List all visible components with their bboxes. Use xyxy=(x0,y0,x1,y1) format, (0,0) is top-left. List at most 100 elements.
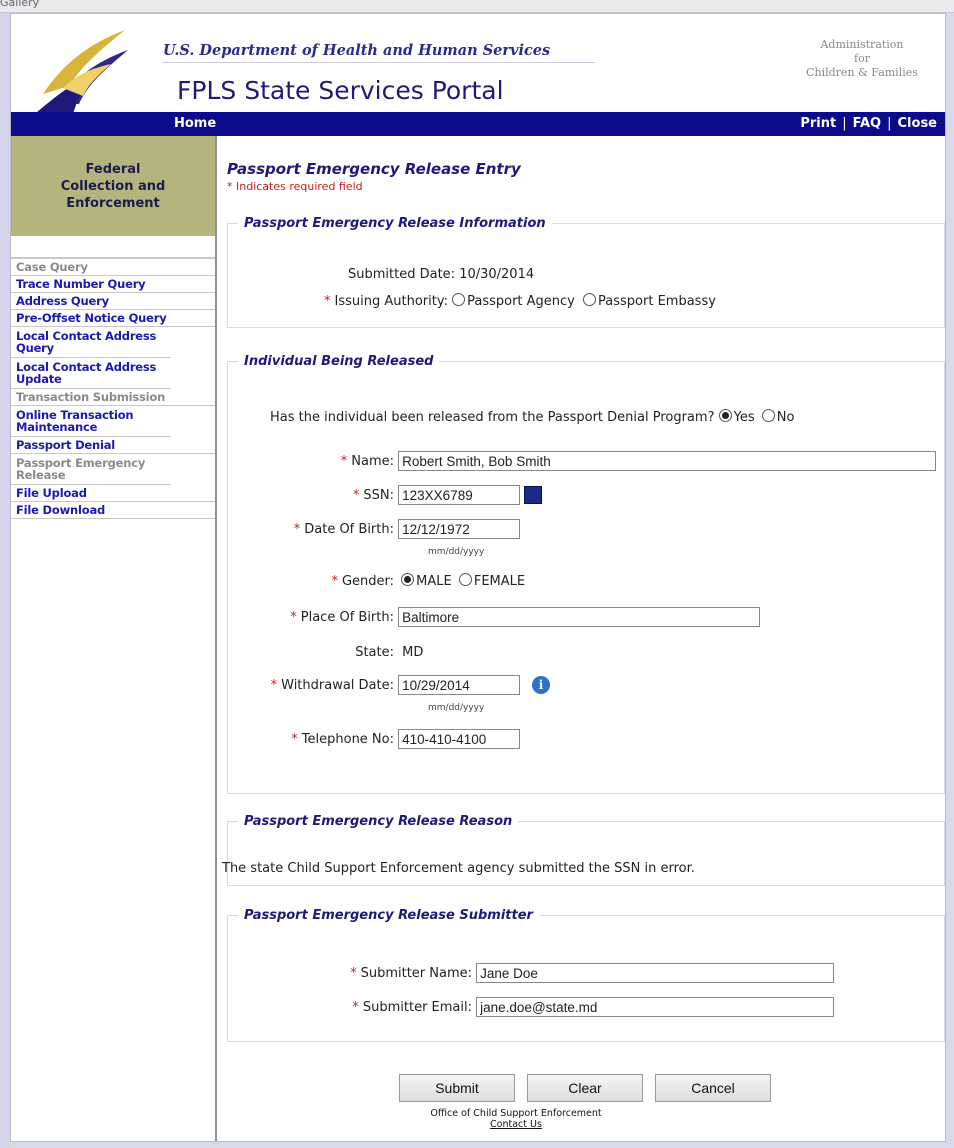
ssn-input[interactable] xyxy=(398,485,521,505)
nav-bar: Home Print | FAQ | Close xyxy=(11,112,945,136)
submitter-name-input[interactable] xyxy=(476,963,835,983)
clear-button[interactable]: Clear xyxy=(527,1074,643,1102)
submitter-name-label: Submitter Name: xyxy=(360,965,472,981)
release-reason-section: Passport Emergency Release Reason The st… xyxy=(222,814,945,886)
sidebar-item-trace-number-query[interactable]: Trace Number Query xyxy=(11,276,215,293)
submitter-email-label: Submitter Email: xyxy=(362,999,472,1015)
required-mark: * xyxy=(350,965,357,981)
window-title: Gallery xyxy=(0,0,40,9)
dob-label: Date Of Birth: xyxy=(304,521,394,537)
sidebar: Federal Collection and Enforcement Case … xyxy=(11,136,217,1141)
gender-label: Gender: xyxy=(341,574,394,589)
place-of-birth-row: * Place Of Birth: xyxy=(228,607,761,627)
individual-section: Individual Being Released Has the indivi… xyxy=(227,354,945,794)
header: U.S. Department of Health and Human Serv… xyxy=(11,14,945,114)
gender-row: * Gender: MALE FEMALE xyxy=(228,573,525,589)
submit-button[interactable]: Submit xyxy=(399,1074,515,1102)
sidebar-item-pre-offset-notice-query[interactable]: Pre-Offset Notice Query xyxy=(11,310,215,327)
portal-page: U.S. Department of Health and Human Serv… xyxy=(10,13,946,1142)
sidebar-item-online-transaction-maintenance[interactable]: Online Transaction Maintenance xyxy=(11,406,171,437)
released-question: Has the individual been released from th… xyxy=(270,410,715,425)
sidebar-item-local-contact-address-query[interactable]: Local Contact Address Query xyxy=(11,327,171,358)
section-legend: Individual Being Released xyxy=(244,354,434,369)
submitter-email-row: * Submitter Email: xyxy=(228,997,835,1017)
print-link[interactable]: Print xyxy=(800,116,836,131)
gender-male-radio[interactable] xyxy=(401,573,415,586)
home-link[interactable]: Home xyxy=(174,116,216,131)
required-note: * Indicates required field xyxy=(227,180,363,193)
section-legend: Passport Emergency Release Submitter xyxy=(244,908,533,923)
required-mark: * xyxy=(270,677,278,693)
agency-line: Administration xyxy=(820,38,904,51)
required-mark: * xyxy=(352,999,359,1015)
sidebar-item-transaction-submission[interactable]: Transaction Submission xyxy=(11,389,215,406)
place-of-birth-label: Place Of Birth: xyxy=(300,609,394,625)
issuing-authority-row: * Issuing Authority: Passport Agency Pass… xyxy=(324,293,716,309)
sidebar-item-passport-emergency-release[interactable]: Passport Emergency Release xyxy=(11,454,171,485)
contact-us-link[interactable]: Contact Us xyxy=(490,1119,542,1130)
gender-female-radio[interactable] xyxy=(458,573,472,586)
agency-line: Children & Families xyxy=(806,66,918,79)
passport-agency-label: Passport Agency xyxy=(467,294,575,309)
released-yes-label: Yes xyxy=(733,410,755,425)
name-input[interactable] xyxy=(398,451,937,471)
faq-link[interactable]: FAQ xyxy=(853,116,882,131)
footer-office: Office of Child Support Enforcement xyxy=(430,1108,602,1119)
submitted-date-row: Submitted Date: 10/30/2014 xyxy=(348,267,534,282)
withdrawal-date-label: Withdrawal Date: xyxy=(281,677,394,693)
info-icon[interactable]: i xyxy=(532,676,550,694)
sidebar-item-local-contact-address-update[interactable]: Local Contact Address Update xyxy=(11,358,171,389)
cancel-button[interactable]: Cancel xyxy=(655,1074,771,1102)
submitted-date-label: Submitted Date: xyxy=(348,267,456,282)
submitter-name-row: * Submitter Name: xyxy=(228,963,835,983)
passport-embassy-label: Passport Embassy xyxy=(598,294,716,309)
agency-name: Administration for Children & Families xyxy=(787,38,937,80)
required-mark: * xyxy=(352,487,360,503)
section-legend: Passport Emergency Release Reason xyxy=(244,814,513,829)
window-left-edge xyxy=(0,13,10,1148)
nav-separator: | xyxy=(887,116,892,131)
sidebar-item-passport-denial[interactable]: Passport Denial xyxy=(11,437,215,454)
name-row: * Name: xyxy=(228,451,937,471)
passport-embassy-radio[interactable] xyxy=(583,293,597,306)
required-mark: * xyxy=(290,609,297,625)
released-yes-radio[interactable] xyxy=(718,409,732,422)
submitter-email-input[interactable] xyxy=(476,997,835,1017)
required-mark: * xyxy=(340,453,348,469)
close-link[interactable]: Close xyxy=(898,116,937,131)
submitted-date-value: 10/30/2014 xyxy=(459,267,535,282)
ssn-row: * SSN: xyxy=(228,485,521,505)
ssn-label: SSN: xyxy=(363,487,394,503)
nav-separator: | xyxy=(842,116,847,131)
required-mark: * xyxy=(324,294,331,309)
passport-agency-radio[interactable] xyxy=(452,293,466,306)
dob-input[interactable] xyxy=(398,519,521,539)
telephone-label: Telephone No: xyxy=(301,731,394,747)
window-titlebar: Gallery xyxy=(0,0,954,13)
release-reason-text: The state Child Support Enforcement agen… xyxy=(222,861,695,876)
ssn-lookup-icon[interactable] xyxy=(524,486,542,504)
state-label: State: xyxy=(355,645,394,660)
sidebar-item-file-download[interactable]: File Download xyxy=(11,502,215,519)
withdrawal-format-hint: mm/dd/yyyy xyxy=(428,703,485,713)
telephone-input[interactable] xyxy=(398,729,521,749)
withdrawal-date-row: * Withdrawal Date: xyxy=(228,675,521,695)
sidebar-item-case-query[interactable]: Case Query xyxy=(11,259,215,276)
section-legend: Passport Emergency Release Information xyxy=(244,216,546,231)
telephone-row: * Telephone No: xyxy=(228,729,521,749)
sidebar-item-address-query[interactable]: Address Query xyxy=(11,293,215,310)
withdrawal-date-input[interactable] xyxy=(398,675,521,695)
portal-title: FPLS State Services Portal xyxy=(177,76,504,105)
dob-row: * Date Of Birth: xyxy=(228,519,521,539)
gender-female-label: FEMALE xyxy=(473,574,526,589)
issuing-authority-label: Issuing Authority: xyxy=(334,294,448,309)
place-of-birth-input[interactable] xyxy=(398,607,761,627)
released-no-radio[interactable] xyxy=(761,409,775,422)
name-label: Name: xyxy=(351,453,394,469)
header-divider xyxy=(163,62,595,63)
nav-right-links: Print | FAQ | Close xyxy=(800,116,937,131)
agency-line: for xyxy=(854,52,870,65)
released-no-label: No xyxy=(776,410,795,425)
sidebar-item-file-upload[interactable]: File Upload xyxy=(11,485,215,502)
required-mark: * xyxy=(331,574,338,589)
